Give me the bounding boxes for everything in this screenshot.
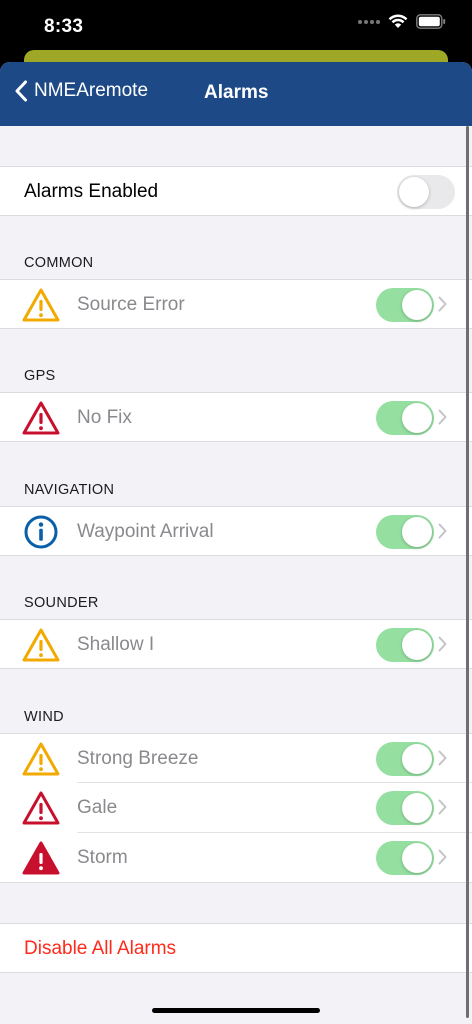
- toggle-knob: [402, 517, 432, 547]
- warning-triangle-icon: [22, 628, 60, 662]
- alert-triangle-icon: [22, 401, 60, 435]
- info-circle-icon: [24, 515, 58, 549]
- alarm-toggle[interactable]: [376, 742, 434, 776]
- warning-triangle-icon: [22, 742, 60, 776]
- chevron-right-icon: [438, 296, 447, 312]
- toggle-knob: [402, 290, 432, 320]
- toggle-knob: [399, 177, 429, 207]
- page-title: Alarms: [204, 82, 269, 103]
- section-header-common: COMMON: [24, 255, 94, 271]
- alarm-label: Storm: [77, 847, 128, 868]
- cellular-signal-icon: [358, 19, 380, 24]
- alarm-label: Strong Breeze: [77, 748, 199, 769]
- alert-triangle-icon: [22, 791, 60, 825]
- status-icons: [358, 14, 446, 29]
- alarm-row-shallow[interactable]: Shallow I: [0, 619, 472, 669]
- alarms-enabled-toggle[interactable]: [397, 175, 455, 209]
- chevron-right-icon: [438, 636, 447, 652]
- alarm-toggle[interactable]: [376, 515, 434, 549]
- alarms-enabled-label: Alarms Enabled: [24, 181, 159, 202]
- alarm-label: Waypoint Arrival: [77, 521, 214, 542]
- alarm-row-source-error[interactable]: Source Error: [0, 279, 472, 329]
- alarm-row-no-fix[interactable]: No Fix: [0, 392, 472, 442]
- toggle-knob: [402, 793, 432, 823]
- alarm-label: Gale: [77, 797, 118, 818]
- toggle-knob: [402, 630, 432, 660]
- alarm-row-storm[interactable]: Storm: [0, 833, 472, 883]
- alarms-sheet: NMEAremote Alarms Alarms Enabled COMMON …: [0, 62, 472, 1024]
- section-header-sounder: SOUNDER: [24, 595, 99, 611]
- chevron-right-icon: [438, 849, 447, 865]
- disable-all-alarms-button[interactable]: Disable All Alarms: [0, 923, 472, 973]
- chevron-right-icon: [438, 799, 447, 815]
- section-header-gps: GPS: [24, 368, 56, 384]
- navigation-bar: NMEAremote Alarms: [0, 62, 472, 126]
- chevron-right-icon: [438, 750, 447, 766]
- back-button-label: NMEAremote: [34, 80, 149, 101]
- chevron-right-icon: [438, 523, 447, 539]
- alarm-row-gale[interactable]: Gale: [0, 783, 472, 833]
- home-indicator[interactable]: [152, 1008, 320, 1013]
- alarm-row-strong-breeze[interactable]: Strong Breeze: [0, 733, 472, 783]
- alarm-toggle[interactable]: [376, 628, 434, 662]
- section-header-wind: WIND: [24, 709, 64, 725]
- alarm-label: Source Error: [77, 294, 185, 315]
- scroll-indicator[interactable]: [466, 126, 469, 1018]
- battery-icon: [416, 14, 446, 29]
- alarm-toggle[interactable]: [376, 841, 434, 875]
- wifi-icon: [388, 14, 408, 28]
- alarm-label: Shallow I: [77, 634, 155, 655]
- toggle-knob: [402, 843, 432, 873]
- alarms-enabled-row: Alarms Enabled: [0, 166, 472, 216]
- status-time: 8:33: [44, 16, 84, 37]
- disable-all-alarms-label: Disable All Alarms: [24, 938, 177, 959]
- alarm-row-waypoint-arrival[interactable]: Waypoint Arrival: [0, 506, 472, 556]
- toggle-knob: [402, 744, 432, 774]
- section-header-navigation: NAVIGATION: [24, 482, 115, 498]
- alarm-label: No Fix: [77, 407, 132, 428]
- alarm-toggle[interactable]: [376, 791, 434, 825]
- status-bar: 8:33: [0, 0, 472, 50]
- alarm-triangle-icon: [22, 841, 60, 875]
- alarm-toggle[interactable]: [376, 401, 434, 435]
- chevron-left-icon: [15, 80, 27, 102]
- warning-triangle-icon: [22, 288, 60, 322]
- toggle-knob: [402, 403, 432, 433]
- back-button[interactable]: NMEAremote: [14, 80, 148, 102]
- alarm-toggle[interactable]: [376, 288, 434, 322]
- chevron-right-icon: [438, 409, 447, 425]
